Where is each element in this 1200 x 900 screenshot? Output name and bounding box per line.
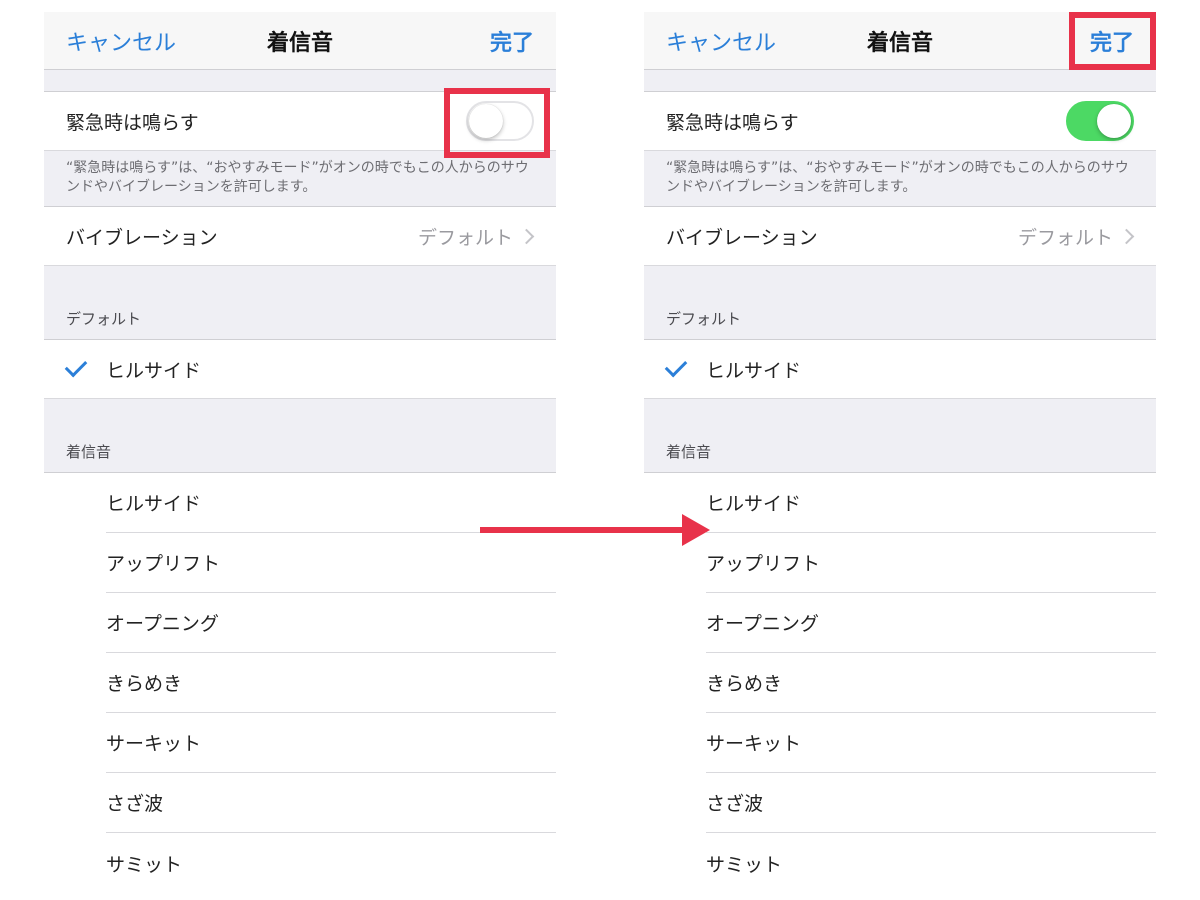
ringtone-item[interactable]: サミット	[706, 833, 1156, 893]
default-tone-label: ヒルサイド	[706, 359, 802, 382]
vibration-value: デフォルト	[1017, 226, 1113, 249]
ringtone-settings-before: キャンセル 着信音 完了 緊急時は鳴らす “緊急時は鳴らす”は、“おやすみモード…	[44, 12, 556, 900]
ringtone-item[interactable]: きらめき	[706, 653, 1156, 713]
ringtone-item[interactable]: オープニング	[706, 593, 1156, 653]
cancel-button[interactable]: キャンセル	[66, 25, 176, 57]
ringtone-item[interactable]: サーキット	[706, 713, 1156, 773]
ringtone-settings-after: キャンセル 着信音 完了 緊急時は鳴らす “緊急時は鳴らす”は、“おやすみモード…	[644, 12, 1156, 900]
cancel-button[interactable]: キャンセル	[666, 25, 776, 57]
default-tone-label: ヒルサイド	[106, 359, 202, 382]
emergency-bypass-toggle[interactable]	[466, 101, 534, 141]
ringtone-section-header: 着信音	[66, 443, 112, 461]
vibration-row[interactable]: バイブレーション デフォルト	[44, 207, 556, 266]
chevron-right-icon	[518, 228, 535, 244]
vibration-label: バイブレーション	[66, 226, 218, 249]
checkmark-icon	[664, 354, 688, 378]
default-tone-row[interactable]: ヒルサイド	[44, 340, 556, 399]
ringtone-section-header: 着信音	[666, 443, 712, 461]
done-button[interactable]: 完了	[490, 25, 534, 57]
arrow-head-icon	[682, 514, 710, 546]
navigation-bar: キャンセル 着信音 完了	[44, 12, 556, 70]
emergency-bypass-footnote: “緊急時は鳴らす”は、“おやすみモード”がオンの時でもこの人からのサウンドやバイ…	[644, 151, 1156, 207]
ringtone-item[interactable]: ヒルサイド	[706, 473, 1156, 533]
section-spacer	[44, 70, 556, 92]
emergency-bypass-toggle[interactable]	[1066, 101, 1134, 141]
toggle-knob	[469, 104, 503, 138]
ringtone-section-spacer: 着信音	[644, 399, 1156, 473]
default-section-spacer: デフォルト	[644, 266, 1156, 340]
ringtone-item[interactable]: サーキット	[106, 713, 556, 773]
default-section-header: デフォルト	[66, 310, 142, 328]
default-section-spacer: デフォルト	[44, 266, 556, 340]
transition-arrow	[480, 527, 692, 533]
ringtone-section-spacer: 着信音	[44, 399, 556, 473]
ringtone-item[interactable]: ヒルサイド	[106, 473, 556, 533]
default-tone-row[interactable]: ヒルサイド	[644, 340, 1156, 399]
emergency-bypass-footnote: “緊急時は鳴らす”は、“おやすみモード”がオンの時でもこの人からのサウンドやバイ…	[44, 151, 556, 207]
default-section-header: デフォルト	[666, 310, 742, 328]
emergency-bypass-row: 緊急時は鳴らす	[44, 92, 556, 151]
chevron-right-icon	[1118, 228, 1135, 244]
done-button[interactable]: 完了	[1090, 25, 1134, 57]
ringtone-item[interactable]: きらめき	[106, 653, 556, 713]
vibration-label: バイブレーション	[666, 226, 818, 249]
ringtone-list: ヒルサイド アップリフト オープニング きらめき サーキット さざ波 サミット	[644, 473, 1156, 893]
ringtone-item[interactable]: サミット	[106, 833, 556, 893]
ringtone-item[interactable]: さざ波	[706, 773, 1156, 833]
ringtone-list: ヒルサイド アップリフト オープニング きらめき サーキット さざ波 サミット	[44, 473, 556, 893]
emergency-bypass-row: 緊急時は鳴らす	[644, 92, 1156, 151]
ringtone-item[interactable]: アップリフト	[106, 533, 556, 593]
checkmark-icon	[64, 354, 88, 378]
navigation-bar: キャンセル 着信音 完了	[644, 12, 1156, 70]
section-spacer	[644, 70, 1156, 92]
emergency-bypass-label: 緊急時は鳴らす	[666, 111, 799, 134]
comparison-stage: キャンセル 着信音 完了 緊急時は鳴らす “緊急時は鳴らす”は、“おやすみモード…	[0, 0, 1200, 900]
vibration-row[interactable]: バイブレーション デフォルト	[644, 207, 1156, 266]
ringtone-item[interactable]: オープニング	[106, 593, 556, 653]
toggle-knob	[1097, 104, 1131, 138]
ringtone-item[interactable]: さざ波	[106, 773, 556, 833]
emergency-bypass-label: 緊急時は鳴らす	[66, 111, 199, 134]
ringtone-item[interactable]: アップリフト	[706, 533, 1156, 593]
vibration-value: デフォルト	[417, 226, 513, 249]
